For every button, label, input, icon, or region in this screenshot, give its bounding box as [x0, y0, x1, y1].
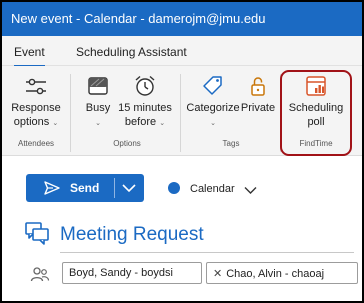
alarm-clock-icon [135, 75, 155, 96]
send-toolbar: Send Calendar [2, 156, 362, 208]
attendee-name: Chao, Alvin - chaoaj [226, 268, 325, 280]
response-options-label-line2: options [13, 116, 50, 128]
send-button[interactable]: Send [26, 174, 144, 202]
window-title: New event - Calendar - damerojm@jmu.edu [11, 11, 266, 26]
calendar-color-dot [168, 182, 180, 194]
chevron-down-icon[interactable] [122, 183, 136, 193]
reminder-button[interactable]: 15 minutes before ⌄ [116, 74, 174, 131]
group-divider [70, 74, 71, 152]
busy-button[interactable]: Busy ⌄ [80, 74, 116, 131]
highlight-outline [280, 70, 352, 156]
reminder-label-line1: 15 minutes [118, 102, 172, 114]
title-row: Meeting Request [2, 210, 362, 256]
group-divider [180, 74, 181, 152]
categorize-label: Categorize [186, 102, 240, 114]
group-label-tags: Tags [222, 139, 240, 148]
reminder-label-line2: before [124, 116, 157, 128]
lock-icon [251, 77, 265, 96]
chevron-down-icon: ⌄ [210, 120, 216, 127]
event-title-input[interactable]: Meeting Request [60, 224, 204, 246]
group-label-options: Options [113, 139, 141, 148]
ribbon-tabs: Event Scheduling Assistant [2, 36, 362, 67]
categorize-button[interactable]: Categorize ⌄ [185, 74, 241, 131]
busy-status-icon [88, 77, 108, 95]
tag-icon [203, 76, 222, 95]
chevron-down-icon: ⌄ [52, 120, 59, 127]
title-underline [60, 252, 354, 253]
event-window: New event - Calendar - damerojm@jmu.edu … [2, 2, 362, 301]
private-label: Private [240, 102, 276, 114]
attendees-row: Boyd, Sandy - boydsi ✕ Chao, Alvin - chao… [2, 260, 362, 290]
busy-label: Busy [85, 102, 111, 114]
tab-scheduling-assistant[interactable]: Scheduling Assistant [76, 45, 187, 59]
close-icon[interactable]: ✕ [213, 268, 222, 280]
send-icon [44, 181, 60, 195]
sliders-icon [26, 78, 46, 95]
chevron-down-icon: ⌄ [95, 120, 101, 127]
chevron-down-icon[interactable] [244, 186, 257, 195]
chevron-down-icon: ⌄ [159, 120, 166, 127]
attendee-chip[interactable]: Boyd, Sandy - boydsi [62, 262, 202, 284]
calendar-selector-label[interactable]: Calendar [190, 183, 235, 195]
ribbon: Response options ⌄ Attendees Busy ⌄ 15 m… [2, 66, 362, 156]
tab-event[interactable]: Event [14, 45, 45, 67]
title-bar: New event - Calendar - damerojm@jmu.edu [2, 2, 362, 36]
send-divider [114, 178, 115, 198]
private-button[interactable]: Private [240, 74, 276, 115]
group-label-attendees: Attendees [17, 139, 55, 148]
attendee-chip[interactable]: ✕ Chao, Alvin - chaoaj [206, 262, 358, 284]
response-options-button[interactable]: Response options ⌄ [6, 74, 66, 131]
send-label: Send [70, 181, 100, 195]
chat-bubbles-icon [25, 222, 49, 245]
attendee-name: Boyd, Sandy - boydsi [69, 267, 173, 279]
response-options-label-line1: Response [11, 102, 61, 114]
people-icon [30, 267, 50, 282]
